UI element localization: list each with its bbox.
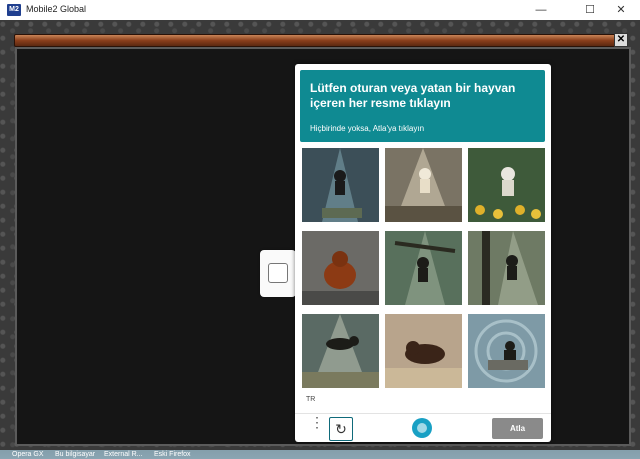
orangutan-sitting-image: [302, 231, 379, 305]
image-tile-8[interactable]: [385, 314, 462, 388]
image-tile-5[interactable]: [385, 231, 462, 305]
monkey-climbing-branch-image: [385, 231, 462, 305]
challenge-footer: ⋮ ↻ Atla: [295, 413, 551, 443]
refresh-icon[interactable]: ↻: [329, 417, 353, 441]
monkey-in-light-rays-image: [302, 148, 379, 222]
challenge-prompt: Lütfen oturan veya yatan bir hayvan içer…: [310, 81, 516, 110]
captcha-checkbox[interactable]: [268, 263, 288, 283]
monkey-on-rock-image: [468, 314, 545, 388]
app-icon: M2: [7, 4, 21, 16]
image-tile-9[interactable]: [468, 314, 545, 388]
window-title: Mobile2 Global: [26, 4, 87, 14]
minimize-button[interactable]: —: [522, 0, 560, 20]
desktop-icon-label[interactable]: Eski Firefox: [154, 450, 191, 459]
image-tile-2[interactable]: [385, 148, 462, 222]
hcaptcha-logo-icon: [412, 418, 432, 438]
image-tile-1[interactable]: [302, 148, 379, 222]
skip-button[interactable]: Atla: [492, 418, 543, 439]
desktop-icon-labels: Opera GX Bu bilgisayar External R... Esk…: [0, 450, 640, 459]
gorilla-lying-image: [385, 314, 462, 388]
image-tile-7[interactable]: [302, 314, 379, 388]
monkey-on-flowers-image: [468, 148, 545, 222]
language-label[interactable]: TR: [306, 396, 315, 403]
game-dialog-titlebar: [14, 34, 621, 47]
desktop-icon-label[interactable]: Bu bilgisayar: [55, 450, 95, 459]
menu-icon[interactable]: ⋮: [310, 415, 324, 438]
challenge-hint: Hiçbirinde yoksa, Atla'ya tıklayın: [310, 124, 425, 133]
challenge-header: Lütfen oturan veya yatan bir hayvan içer…: [300, 70, 545, 142]
title-bar: M2 Mobile2 Global — ☐ ✕: [0, 0, 640, 21]
monkey-leaping-image: [302, 314, 379, 388]
desktop-icon-label[interactable]: Opera GX: [12, 450, 44, 459]
dialog-close-button[interactable]: ✕: [614, 33, 628, 47]
monkey-hanging-tree-image: [468, 231, 545, 305]
image-tile-6[interactable]: [468, 231, 545, 305]
captcha-challenge: Lütfen oturan veya yatan bir hayvan içer…: [295, 64, 551, 442]
image-tile-3[interactable]: [468, 148, 545, 222]
desktop-icon-label[interactable]: External R...: [104, 450, 143, 459]
monkey-hanging-in-light-image: [385, 148, 462, 222]
close-button[interactable]: ✕: [602, 0, 640, 20]
captcha-checkbox-widget: [260, 250, 296, 297]
image-tile-4[interactable]: [302, 231, 379, 305]
app-window: M2 Mobile2 Global — ☐ ✕ ✕ Lütfen oturan …: [0, 0, 640, 450]
